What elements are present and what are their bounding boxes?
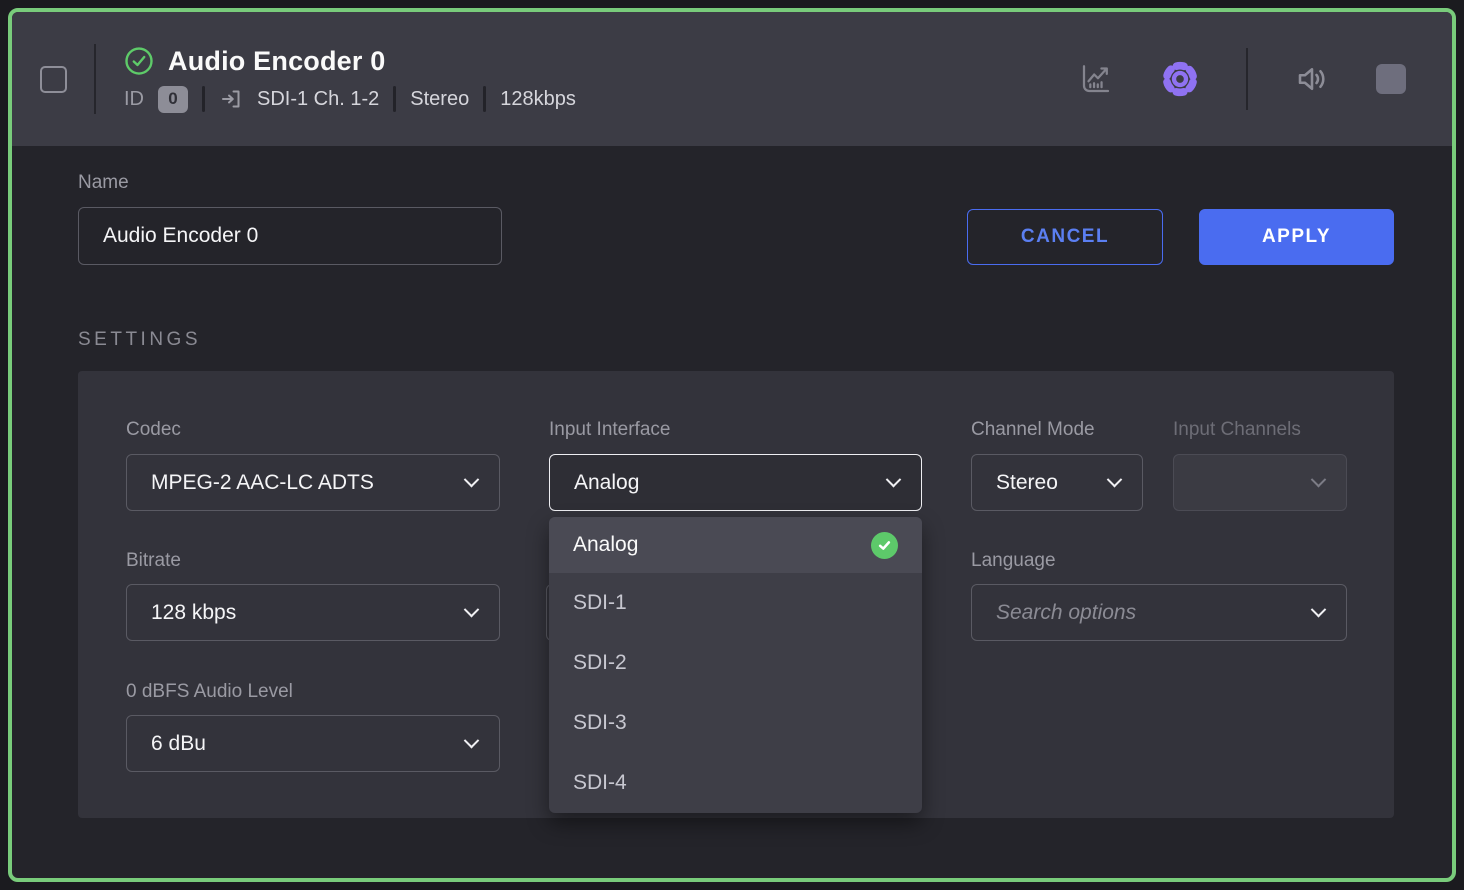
input-source-value: SDI-1 Ch. 1-2 <box>257 88 379 111</box>
select-encoder-checkbox[interactable] <box>40 66 67 93</box>
stop-button[interactable] <box>1376 64 1406 94</box>
selected-check-icon <box>871 532 898 559</box>
name-input[interactable] <box>78 207 502 265</box>
settings-gear-icon[interactable] <box>1160 59 1200 99</box>
cancel-button[interactable]: CANCEL <box>967 209 1163 265</box>
codec-value: MPEG-2 AAC-LC ADTS <box>151 471 374 495</box>
option-label: Analog <box>573 533 638 557</box>
apply-button[interactable]: APPLY <box>1199 209 1394 265</box>
option-label: SDI-1 <box>573 591 627 615</box>
chevron-down-icon <box>886 472 902 488</box>
header-title-block: Audio Encoder 0 ID 0 SDI-1 Ch. 1-2 Stere… <box>124 46 576 113</box>
dropdown-option-sdi1[interactable]: SDI-1 <box>549 573 922 633</box>
audio-level-select[interactable]: 6 dBu <box>126 715 500 772</box>
id-badge: 0 <box>158 86 188 113</box>
audio-level-label: 0 dBFS Audio Level <box>126 681 293 703</box>
option-label: SDI-3 <box>573 711 627 735</box>
input-interface-label: Input Interface <box>549 419 670 441</box>
header-bar: Audio Encoder 0 ID 0 SDI-1 Ch. 1-2 Stere… <box>12 12 1452 146</box>
audio-speaker-icon[interactable] <box>1294 61 1330 97</box>
input-interface-dropdown-menu: Analog SDI-1 SDI-2 SDI-3 <box>549 517 922 813</box>
codec-label: Codec <box>126 419 181 441</box>
chevron-down-icon <box>464 733 480 749</box>
bitrate-select[interactable]: 128 kbps <box>126 584 500 641</box>
header-actions <box>1078 48 1452 110</box>
option-label: SDI-4 <box>573 771 627 795</box>
input-channels-label: Input Channels <box>1173 419 1301 441</box>
stop-icon <box>1376 64 1406 94</box>
bitrate-label: Bitrate <box>126 550 181 572</box>
actions-divider <box>1246 48 1248 110</box>
dropdown-option-sdi4[interactable]: SDI-4 <box>549 753 922 813</box>
chevron-down-icon <box>1107 472 1123 488</box>
bitrate-value: 128 kbps <box>151 601 236 625</box>
settings-panel: Codec MPEG-2 AAC-LC ADTS Input Interface… <box>78 371 1394 818</box>
meta-divider <box>483 86 486 112</box>
stats-chart-icon[interactable] <box>1078 61 1114 97</box>
language-label: Language <box>971 550 1056 572</box>
chevron-down-icon <box>1311 472 1327 488</box>
header-meta-row: ID 0 SDI-1 Ch. 1-2 Stereo 128kbps <box>124 86 576 113</box>
chevron-down-icon <box>464 472 480 488</box>
bitrate-value: 128kbps <box>500 88 576 111</box>
settings-section-title: SETTINGS <box>78 329 1394 351</box>
dropdown-option-analog[interactable]: Analog <box>549 517 922 573</box>
channel-mode-value: Stereo <box>410 88 469 111</box>
page-title: Audio Encoder 0 <box>168 46 386 77</box>
input-channels-select <box>1173 454 1347 511</box>
chevron-down-icon <box>464 602 480 618</box>
name-label: Name <box>78 172 1394 194</box>
dropdown-option-sdi3[interactable]: SDI-3 <box>549 693 922 753</box>
meta-divider <box>393 86 396 112</box>
input-interface-value: Analog <box>574 471 639 495</box>
status-check-circle-icon <box>124 46 154 76</box>
audio-level-value: 6 dBu <box>151 732 206 756</box>
input-source-icon <box>219 87 243 111</box>
channel-mode-select[interactable]: Stereo <box>971 454 1143 511</box>
language-select[interactable]: Search options <box>971 584 1347 641</box>
channel-mode-value: Stereo <box>996 471 1058 495</box>
chevron-down-icon <box>1311 602 1327 618</box>
channel-mode-label: Channel Mode <box>971 419 1095 441</box>
language-placeholder: Search options <box>996 601 1136 625</box>
header-divider <box>94 44 96 114</box>
editor-body: Name CANCEL APPLY SETTINGS Codec MPEG-2 … <box>12 146 1452 818</box>
dropdown-option-sdi2[interactable]: SDI-2 <box>549 633 922 693</box>
encoder-card: Audio Encoder 0 ID 0 SDI-1 Ch. 1-2 Stere… <box>8 8 1456 882</box>
input-interface-select[interactable]: Analog <box>549 454 922 511</box>
id-label: ID <box>124 88 144 111</box>
meta-divider <box>202 86 205 112</box>
codec-select[interactable]: MPEG-2 AAC-LC ADTS <box>126 454 500 511</box>
option-label: SDI-2 <box>573 651 627 675</box>
